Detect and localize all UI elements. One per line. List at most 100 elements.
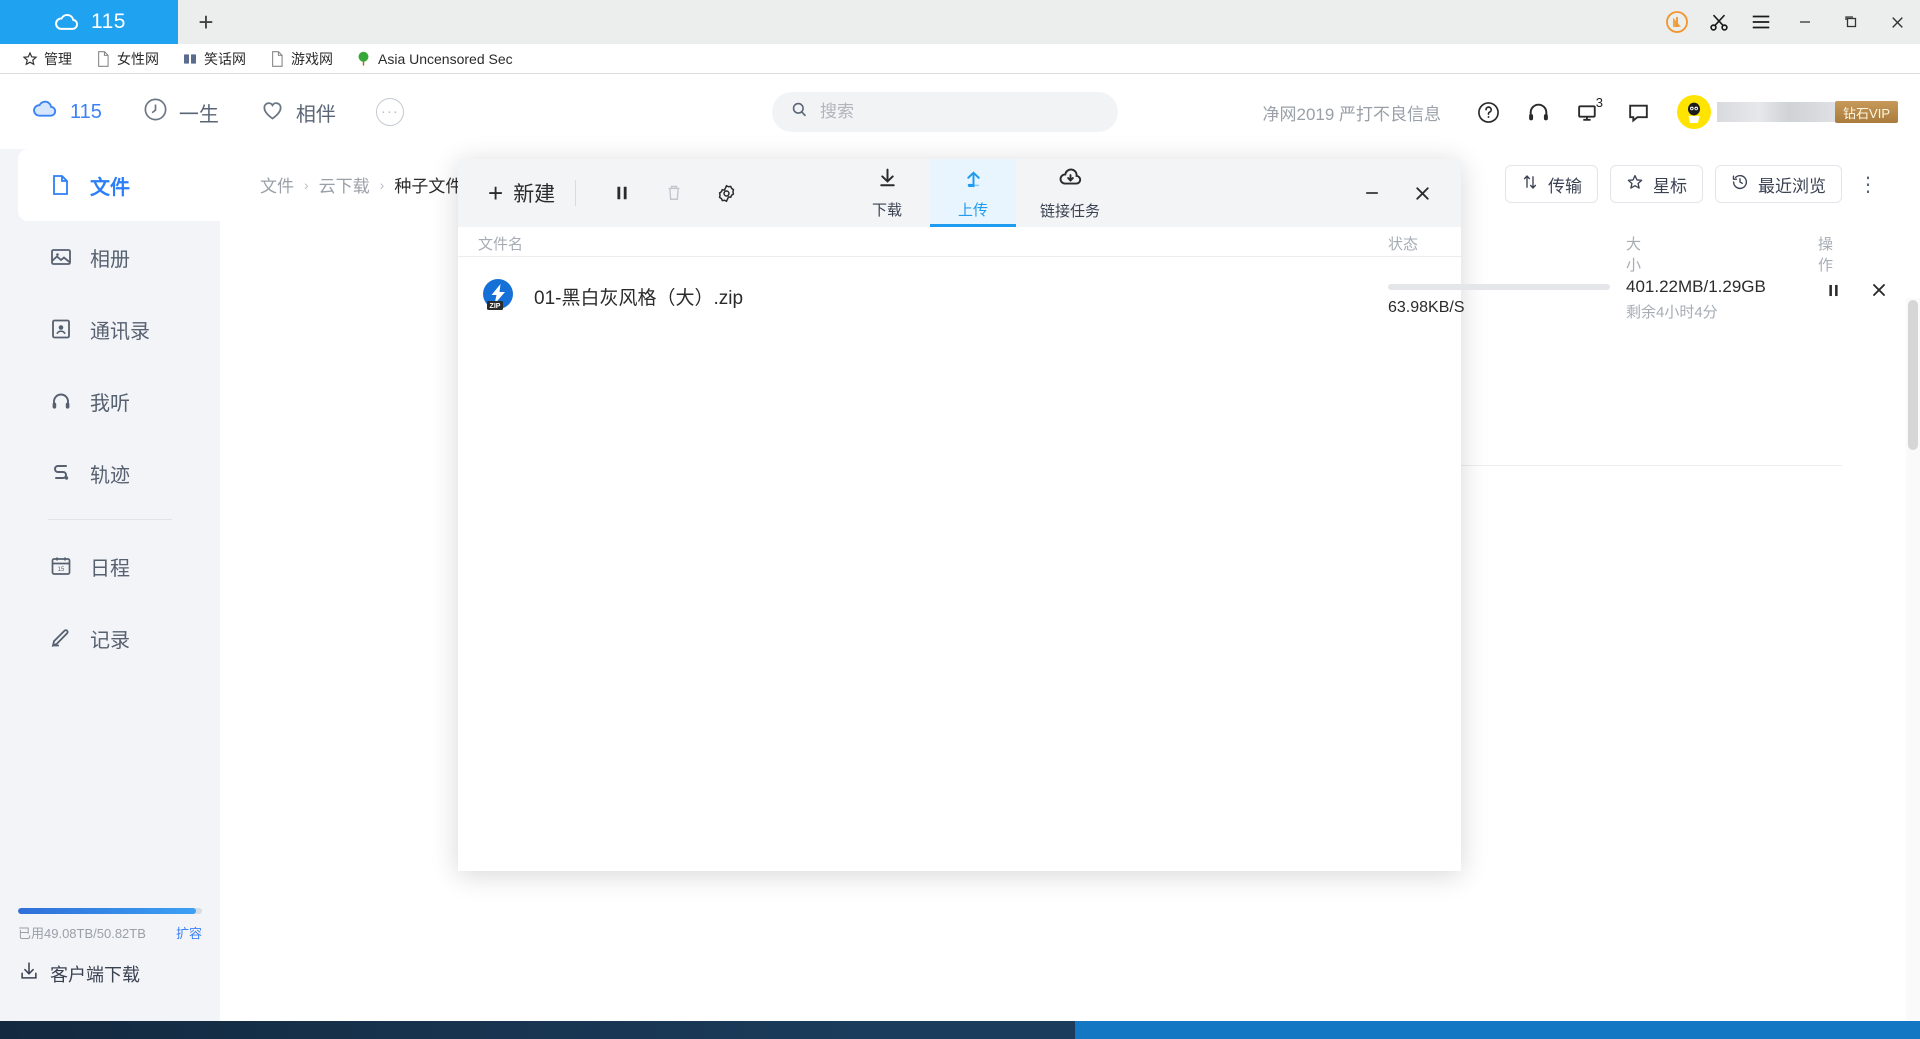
browser-tab-115[interactable]: 115 xyxy=(0,0,178,44)
bookmark-item-xiaohuawang[interactable]: 笑话网 xyxy=(170,46,257,72)
column-header-status: 状态 xyxy=(1388,233,1418,254)
headphones-icon xyxy=(48,388,74,414)
header-nav-115[interactable]: 115 xyxy=(30,94,124,130)
new-task-label: 新建 xyxy=(513,178,555,208)
new-tab-button[interactable]: + xyxy=(178,0,234,44)
header-more-button[interactable]: ··· xyxy=(376,98,404,126)
bookmark-label: 游戏网 xyxy=(291,49,333,69)
column-header-size: 大小 xyxy=(1626,233,1641,275)
pause-icon[interactable] xyxy=(1818,275,1848,305)
bookmark-item-asia-uncensored[interactable]: Asia Uncensored Sec xyxy=(344,46,524,72)
page-icon xyxy=(94,50,111,67)
new-task-button[interactable]: + 新建 xyxy=(488,178,555,208)
column-header-filename: 文件名 xyxy=(478,233,523,254)
help-icon[interactable] xyxy=(1463,87,1513,137)
sidebar-item-label: 我听 xyxy=(90,387,130,416)
file-icon xyxy=(48,172,74,198)
search-icon xyxy=(790,100,809,124)
zip-file-icon: ZIP xyxy=(478,276,518,316)
transfer-row[interactable]: ZIP 01-黑白灰风格（大）.zip 63.98KB/S 401.22MB/1… xyxy=(458,257,1461,335)
tab-upload[interactable]: 上传 xyxy=(930,159,1016,227)
transfer-dialog-toolbar: + 新建 xyxy=(458,159,1461,227)
delete-icon[interactable] xyxy=(648,170,700,216)
transfer-icon xyxy=(1521,173,1539,196)
tab-link-task[interactable]: 链接任务 xyxy=(1016,159,1124,227)
sidebar-item-contacts[interactable]: 通讯录 xyxy=(0,293,220,365)
recent-button[interactable]: 最近浏览 xyxy=(1715,165,1842,203)
storage-block: 已用49.08TB/50.82TB 扩容 客户端下载 xyxy=(0,908,220,987)
storage-expand-link[interactable]: 扩容 xyxy=(176,923,202,942)
pause-all-icon[interactable] xyxy=(596,170,648,216)
sidebar-item-track[interactable]: 轨迹 xyxy=(0,437,220,509)
transfer-dialog-window-controls xyxy=(1347,159,1447,227)
sidebar-item-files[interactable]: 文件 xyxy=(18,149,220,221)
pencil-icon xyxy=(48,625,74,651)
tab-upload-label: 上传 xyxy=(958,199,988,220)
header-nav-label: 一生 xyxy=(179,98,219,127)
track-icon xyxy=(48,460,74,486)
bookmark-label: 笑话网 xyxy=(204,49,246,69)
client-download-button[interactable]: 客户端下载 xyxy=(18,960,202,987)
os-taskbar xyxy=(0,1021,1920,1039)
monitor-icon[interactable]: 3 xyxy=(1563,87,1613,137)
bookmark-item-youxiwang[interactable]: 游戏网 xyxy=(257,46,344,72)
headset-icon[interactable] xyxy=(1513,87,1563,137)
vertical-scrollbar[interactable] xyxy=(1906,298,1920,1039)
chevron-right-icon: › xyxy=(304,177,309,193)
browser-chrome-controls xyxy=(1656,0,1920,44)
window-close-button[interactable] xyxy=(1874,0,1920,44)
sidebar-item-label: 轨迹 xyxy=(90,459,130,488)
starred-button[interactable]: 星标 xyxy=(1610,165,1703,203)
contacts-icon xyxy=(48,316,74,342)
toolbar-divider xyxy=(575,180,576,206)
heart-icon xyxy=(259,96,286,129)
calendar-icon: 15 xyxy=(48,553,74,579)
monitor-badge-count: 3 xyxy=(1596,95,1603,110)
header-nav-yisheng[interactable]: 一生 xyxy=(142,96,241,129)
sidebar-item-album[interactable]: 相册 xyxy=(0,221,220,293)
sidebar-item-label: 文件 xyxy=(90,171,130,200)
photo-icon xyxy=(48,244,74,270)
header-nav-xiangban[interactable]: 相伴 xyxy=(259,96,358,129)
extension-icon[interactable] xyxy=(1656,0,1698,44)
transfer-dialog: + 新建 xyxy=(458,159,1461,871)
sidebar-item-notes[interactable]: 记录 xyxy=(0,602,220,674)
bookmark-item-manage[interactable]: 管理 xyxy=(10,46,83,72)
sidebar-item-listen[interactable]: 我听 xyxy=(0,365,220,437)
scissors-icon[interactable] xyxy=(1698,0,1740,44)
transfer-button[interactable]: 传输 xyxy=(1505,165,1598,203)
app-header: 115 一生 相伴 ··· 净网2 xyxy=(0,75,1920,149)
cloud-download-icon xyxy=(1057,165,1084,196)
sidebar-item-label: 相册 xyxy=(90,243,130,272)
menu-icon[interactable] xyxy=(1740,0,1782,44)
tab-link-task-label: 链接任务 xyxy=(1040,200,1100,221)
avatar[interactable] xyxy=(1677,95,1711,129)
bookmark-item-nvxingwang[interactable]: 女性网 xyxy=(83,46,170,72)
search-input[interactable] xyxy=(820,102,1090,122)
notice-text: 净网2019 严打不良信息 xyxy=(1262,100,1441,125)
settings-icon[interactable] xyxy=(700,170,752,216)
scrollbar-thumb[interactable] xyxy=(1908,300,1918,450)
sidebar-item-label: 通讯录 xyxy=(90,315,150,344)
message-icon[interactable] xyxy=(1613,87,1663,137)
search-bar[interactable] xyxy=(772,92,1118,132)
client-download-label: 客户端下载 xyxy=(50,961,140,987)
dialog-close-button[interactable] xyxy=(1397,170,1447,216)
cancel-icon[interactable] xyxy=(1864,275,1894,305)
breadcrumb-item-clouddownload[interactable]: 云下载 xyxy=(319,172,370,197)
tab-download[interactable]: 下载 xyxy=(844,159,930,227)
window-minimize-button[interactable] xyxy=(1782,0,1828,44)
transfer-button-label: 传输 xyxy=(1548,172,1582,197)
sidebar-divider xyxy=(48,519,172,520)
breadcrumb-item-files[interactable]: 文件 xyxy=(260,172,294,197)
sidebar-item-label: 记录 xyxy=(90,624,130,653)
plus-icon: + xyxy=(488,180,503,206)
window-maximize-button[interactable] xyxy=(1828,0,1874,44)
more-options-button[interactable]: ⋮ xyxy=(1854,165,1882,203)
sidebar-item-calendar[interactable]: 15 日程 xyxy=(0,530,220,602)
dialog-minimize-button[interactable] xyxy=(1347,170,1397,216)
bookmark-label: 管理 xyxy=(44,49,72,69)
chevron-right-icon: › xyxy=(380,177,385,193)
star-icon xyxy=(21,50,38,67)
storage-bar-fill xyxy=(18,908,196,914)
